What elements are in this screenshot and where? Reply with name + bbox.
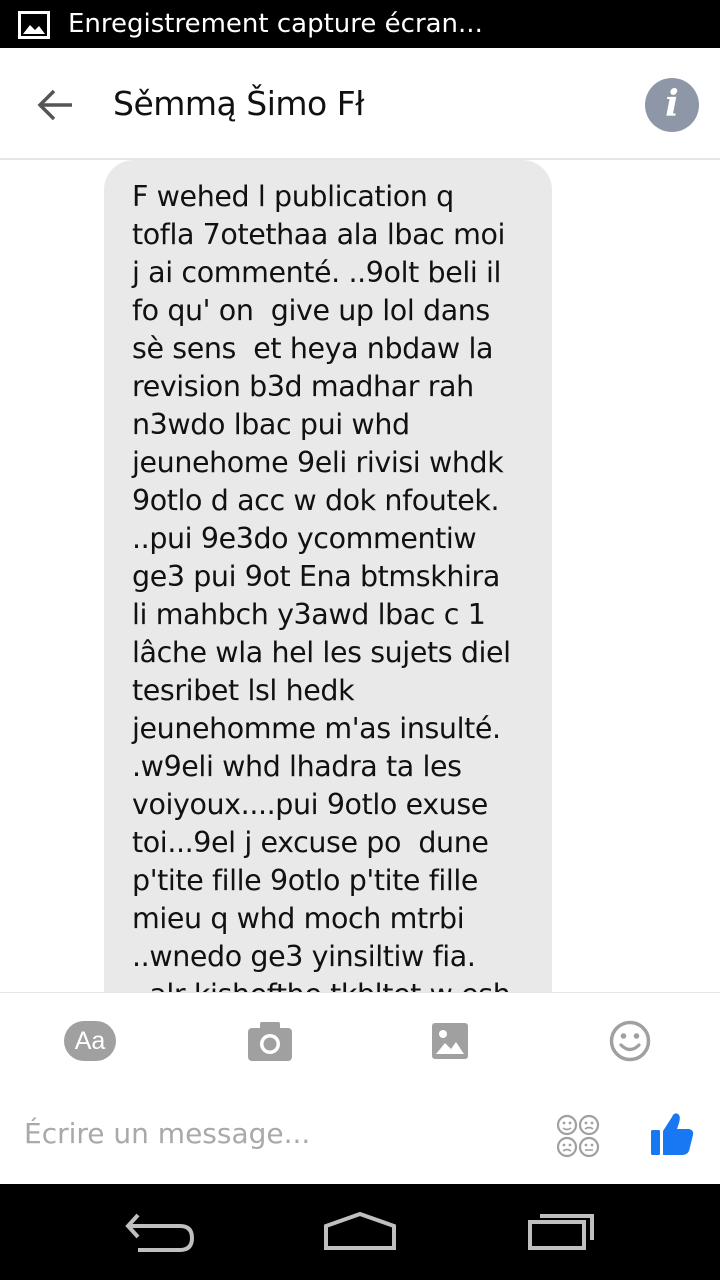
- smiley-icon[interactable]: [609, 1020, 651, 1062]
- stickers-icon[interactable]: [556, 1114, 600, 1158]
- info-button[interactable]: i: [645, 78, 699, 132]
- message-line: ..alr kishefthe tkbltet w esh: [132, 976, 552, 992]
- notification-text: Enregistrement capture écran...: [68, 9, 483, 39]
- message-line: p'tite fille 9otlo p'tite fille: [132, 864, 479, 897]
- message-line: tofla 7otethaa ala lbac moi: [132, 218, 506, 251]
- message-input[interactable]: [24, 1113, 524, 1153]
- message-line: ..pui 9e3do ycommentiw: [132, 522, 477, 555]
- message-line: li mahbch y3awd lbac c 1: [132, 598, 486, 631]
- message-line: 9otlo d acc w dok nfoutek.: [132, 484, 500, 517]
- message-line: sè sens et heya nbdaw la: [132, 332, 494, 365]
- message-line: F wehed l publication q: [132, 180, 454, 213]
- message-list[interactable]: F wehed l publication q tofla 7otethaa al…: [0, 160, 720, 992]
- camera-icon[interactable]: [248, 1021, 292, 1061]
- message-line: j ai commenté. ..9olt beli il: [132, 256, 502, 289]
- message-line: toi...9el j excuse po dune: [132, 826, 489, 859]
- composer: Aa: [0, 992, 720, 1185]
- message-line: .w9eli whd lhadra ta les: [132, 750, 462, 783]
- message-line: jeunehome 9eli rivisi whdk: [132, 446, 504, 479]
- message-line: revision b3d madhar rah: [132, 370, 474, 403]
- info-icon: i: [665, 83, 679, 125]
- message-line: ..wnedo ge3 yinsiltiw fia.: [132, 940, 476, 973]
- arrow-left-icon[interactable]: [30, 80, 80, 130]
- message-text: F wehed l publication q tofla 7otethaa al…: [132, 178, 552, 992]
- message-line: fo qu' on give up lol dans: [132, 294, 490, 327]
- message-line: voiyoux....pui 9otlo exuse: [132, 788, 488, 821]
- message-line: lâche wla hel les sujets diel: [132, 636, 511, 669]
- image-icon[interactable]: [432, 1023, 468, 1059]
- text-format-button[interactable]: Aa: [64, 1021, 116, 1061]
- system-nav-bar: [0, 1184, 720, 1280]
- thumbs-up-icon[interactable]: [650, 1111, 694, 1157]
- home-icon[interactable]: [322, 1208, 398, 1252]
- back-arrow-icon[interactable]: [124, 1208, 196, 1256]
- contact-name[interactable]: Sěmmą Šimo Fł: [113, 84, 365, 124]
- message-line: n3wdo lbac pui whd: [132, 408, 410, 441]
- recent-apps-icon[interactable]: [526, 1208, 598, 1252]
- status-bar: Enregistrement capture écran...: [0, 0, 720, 48]
- message-line: mieu q whd moch mtrbi: [132, 902, 465, 935]
- message-line: jeunehomme m'as insulté.: [132, 712, 501, 745]
- message-line: tesribet lsl hedk: [132, 674, 355, 707]
- image-icon: [18, 11, 50, 39]
- conversation-header: Sěmmą Šimo Fł i: [0, 48, 720, 160]
- message-line: ge3 pui 9ot Ena btmskhira: [132, 560, 500, 593]
